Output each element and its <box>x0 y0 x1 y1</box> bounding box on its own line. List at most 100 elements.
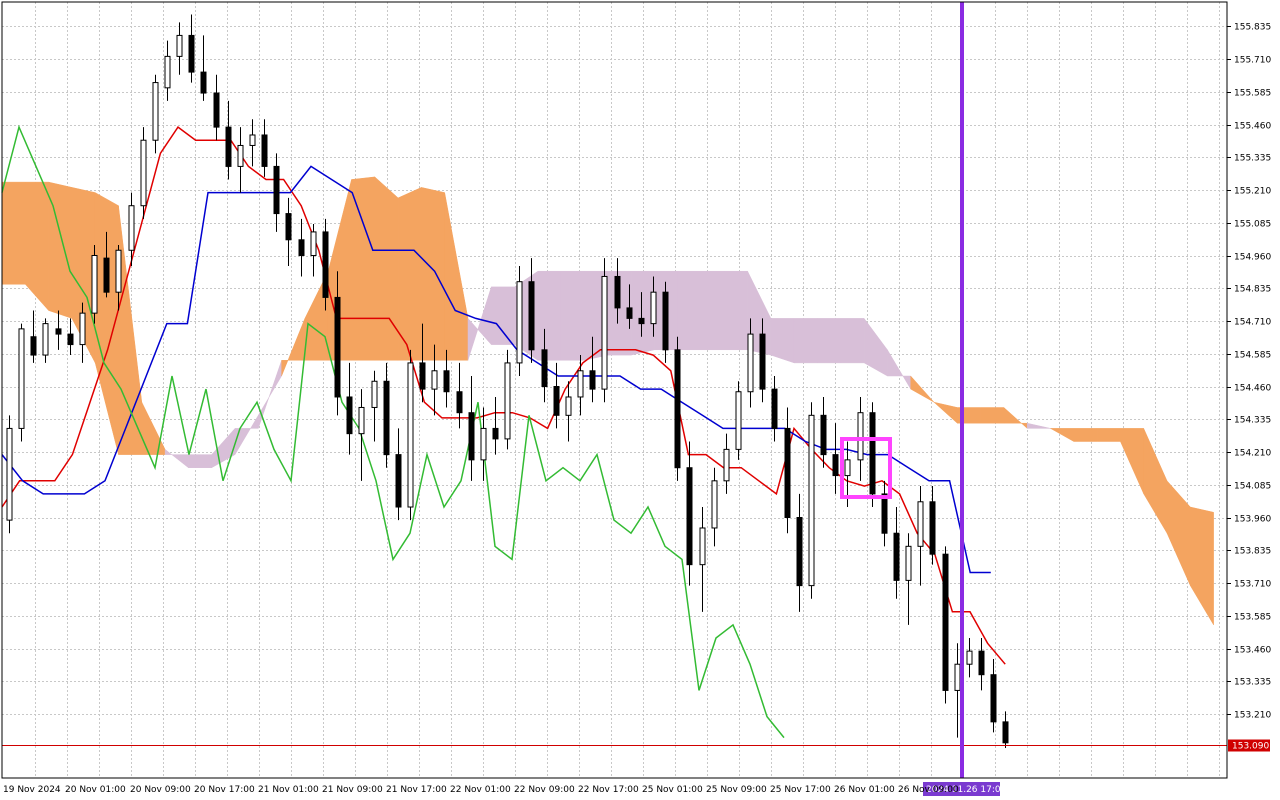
candle-body-down <box>528 281 535 351</box>
candle-body-up <box>808 414 815 587</box>
cloud-segment <box>1026 422 1051 429</box>
cloud-segment <box>351 176 376 361</box>
candlestick <box>371 370 378 442</box>
candle-body-up <box>249 134 256 146</box>
y-tick-label: 155.710 <box>1234 56 1271 66</box>
candle-body-up <box>857 412 864 461</box>
candle-body-down <box>759 333 766 390</box>
candle-body-down <box>662 291 669 351</box>
candle-body-up <box>504 362 511 440</box>
y-tick-label: 154.460 <box>1234 384 1271 394</box>
cloud-segment <box>1166 480 1191 586</box>
candlestick <box>516 265 523 377</box>
candlestick <box>164 40 171 101</box>
candlestick <box>504 349 511 450</box>
cloud-segment <box>677 270 702 351</box>
candle-body-down <box>395 454 402 508</box>
candle-body-down <box>541 349 548 388</box>
cloud-segment <box>980 407 1005 424</box>
candlestick <box>188 14 195 83</box>
candlestick <box>42 318 49 363</box>
candle-body-down <box>638 317 645 325</box>
y-tick-label: 153.960 <box>1234 515 1271 525</box>
candle-body-down <box>893 532 900 581</box>
x-tick-label: 21 Nov 01:00 <box>258 785 319 795</box>
x-tick-label: 25 Nov 01:00 <box>642 785 703 795</box>
candlestick <box>832 423 839 494</box>
x-tick-label: 21 Nov 09:00 <box>322 785 383 795</box>
candlestick <box>978 638 985 691</box>
candlestick <box>67 318 74 356</box>
candle-body-down <box>626 307 633 319</box>
x-tick-label: 25 Nov 17:00 <box>770 785 831 795</box>
cloud-segment <box>491 286 515 345</box>
cloud-segment <box>793 318 818 364</box>
cloud-segment <box>25 181 49 312</box>
candlestick <box>91 245 98 324</box>
candlestick <box>796 493 803 612</box>
ichimoku-chart: 153.0902024.11.26 17:00 155.835155.71015… <box>1 1 1271 796</box>
cloud-segment <box>1120 428 1144 495</box>
candlestick <box>468 376 475 481</box>
y-tick-label: 154.085 <box>1234 482 1271 492</box>
candlestick <box>808 402 815 599</box>
y-tick-label: 155.210 <box>1234 187 1271 197</box>
cloud-segment <box>1073 428 1098 442</box>
cloud-segment <box>188 454 212 468</box>
candlestick <box>553 362 560 429</box>
candle-body-up <box>699 527 706 566</box>
candle-body-up <box>601 275 608 390</box>
candlestick <box>942 546 949 704</box>
candlestick <box>784 407 791 534</box>
candlestick <box>929 486 936 565</box>
candle-body-down <box>285 213 292 241</box>
cloud-segment <box>840 318 865 364</box>
candlestick <box>213 74 220 141</box>
candle-body-up <box>735 391 742 450</box>
candlestick <box>18 323 25 442</box>
candle-body-up <box>723 448 730 482</box>
candlestick <box>966 638 973 678</box>
candlestick <box>407 349 414 521</box>
candle-body-down <box>103 257 110 293</box>
candle-body-up <box>844 459 851 477</box>
candlestick <box>869 402 876 508</box>
x-tick-label: 22 Nov 01:00 <box>450 785 511 795</box>
candlestick <box>152 74 159 154</box>
y-tick-label: 155.085 <box>1234 220 1271 230</box>
candle-body-down <box>796 517 803 587</box>
y-tick-label: 155.585 <box>1234 89 1271 99</box>
candle-body-down <box>1002 721 1009 744</box>
candle-body-up <box>128 205 135 251</box>
chart-grid <box>2 2 1227 778</box>
y-tick-label: 153.335 <box>1234 678 1271 688</box>
cloud-segment <box>537 270 562 361</box>
cloud-segment <box>770 318 795 364</box>
candle-body-down <box>67 333 74 346</box>
candle-body-up <box>577 370 584 398</box>
candle-body-up <box>480 427 487 461</box>
candle-body-up <box>310 231 317 256</box>
x-tick-label: 19 Nov 2024 <box>3 785 61 795</box>
y-tick-label: 153.710 <box>1234 580 1271 590</box>
x-tick-label: 26 Nov 01:00 <box>834 785 895 795</box>
candle-body-up <box>237 144 244 167</box>
kijun-sen-line <box>1 165 991 574</box>
candle-body-down <box>820 414 827 456</box>
candle-body-down <box>322 231 329 298</box>
candle-body-down <box>261 134 268 167</box>
candle-body-up <box>18 328 25 429</box>
candlestick <box>954 643 961 738</box>
candlestick <box>395 428 402 521</box>
candle-body-up <box>431 370 438 390</box>
candle-body-down <box>456 391 463 414</box>
candle-body-down <box>784 427 791 519</box>
y-tick-label: 155.835 <box>1234 23 1271 33</box>
candlestick <box>771 376 778 442</box>
candlestick <box>699 507 706 612</box>
cloud-segment <box>281 318 306 377</box>
candlestick <box>310 224 317 277</box>
candlestick <box>917 486 924 586</box>
candle-body-up <box>747 333 754 393</box>
cloud-segment <box>910 375 935 403</box>
